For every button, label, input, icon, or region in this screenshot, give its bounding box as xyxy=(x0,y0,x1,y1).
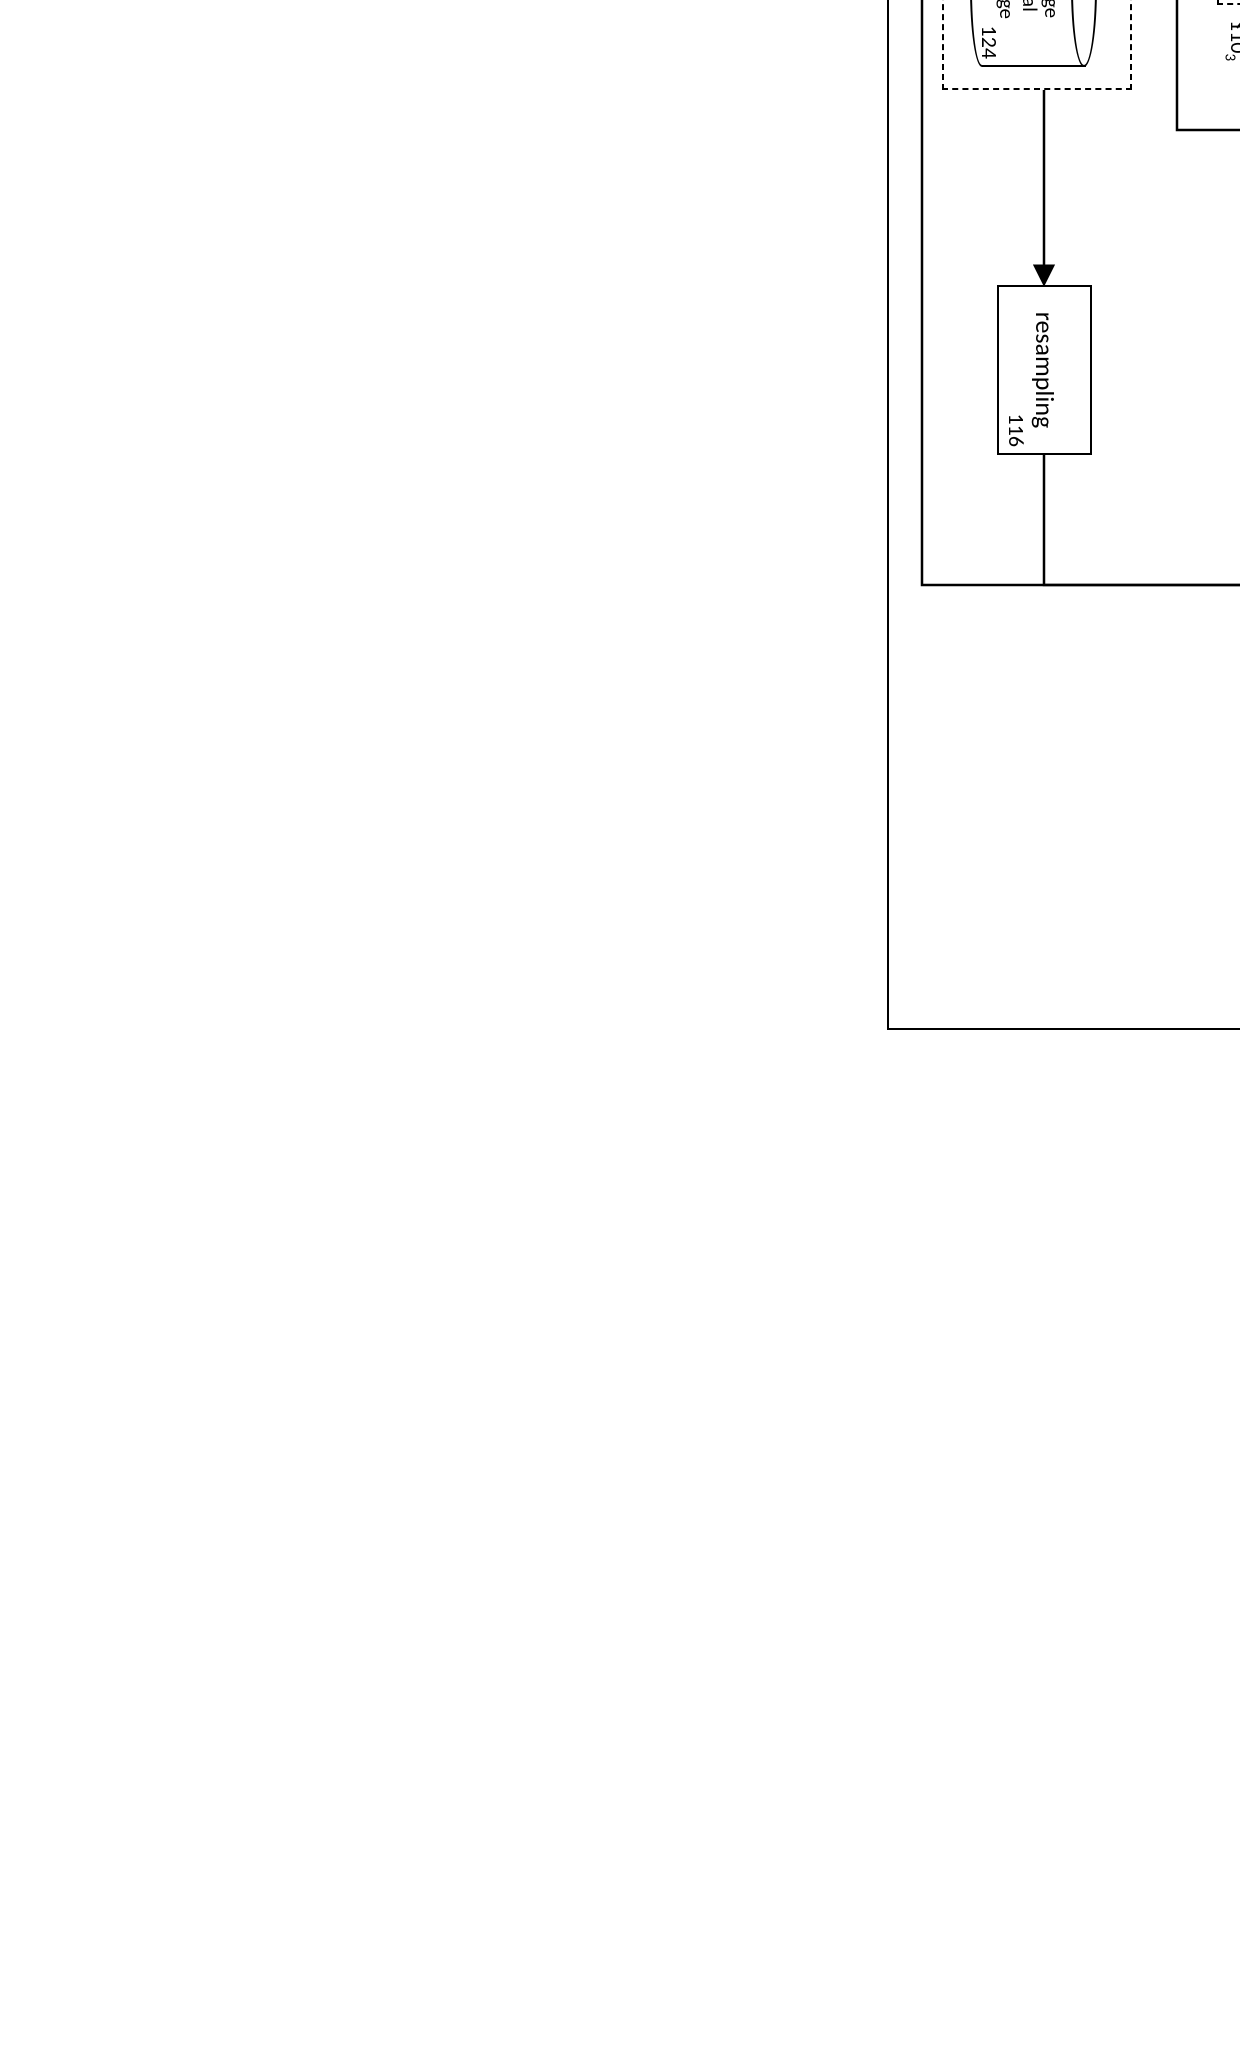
box-resampling-bottom: resampling 116 xyxy=(997,285,1092,455)
ref-change-signal-storage: 124 xyxy=(976,26,1003,59)
group-object-detectors xyxy=(1217,0,1240,5)
label-change-signal-storage: change signal storage xyxy=(996,0,1062,19)
cyl-change-signal-storage: change signal storage 124 xyxy=(972,0,1087,65)
label-resampling-bottom: resampling xyxy=(1031,312,1058,429)
callout-110-3: 1103 xyxy=(1221,20,1240,61)
ref-resampling-bottom: 116 xyxy=(1003,414,1030,447)
